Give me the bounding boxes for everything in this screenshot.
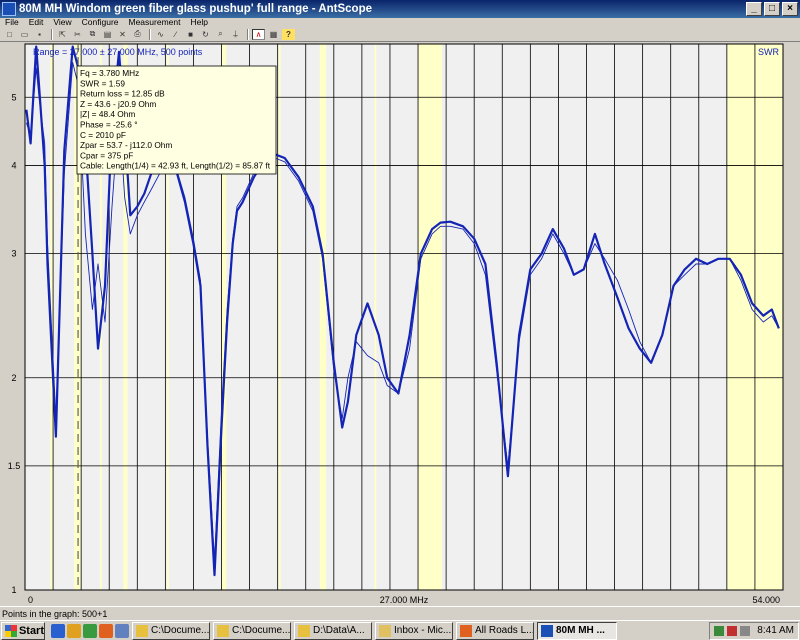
x-tick-label: 27.000 MHz <box>380 595 429 605</box>
folder-icon <box>217 624 229 637</box>
scan-icon[interactable]: ∿ <box>154 29 167 40</box>
taskbar: Start C:\Docume... C:\Docume... D:\Data\A.… <box>0 620 800 640</box>
desktop-icon[interactable] <box>115 623 129 638</box>
firefox-icon <box>460 624 472 637</box>
menu-view[interactable]: View <box>48 18 76 27</box>
zoom-icon[interactable]: ⌕ <box>214 29 227 40</box>
taskbar-task[interactable]: C:\Docume... <box>213 621 291 640</box>
antenna-icon[interactable]: ⍊ <box>229 29 242 40</box>
open-icon[interactable]: ▭ <box>18 29 31 40</box>
taskbar-task[interactable]: C:\Docume... <box>132 621 210 640</box>
taskbar-task[interactable]: Inbox - Mic... <box>375 621 453 640</box>
antscope-icon <box>541 624 553 637</box>
cut-icon[interactable]: ✂ <box>71 29 84 40</box>
maximize-button[interactable]: □ <box>764 2 780 16</box>
y-tick-label: 1.5 <box>8 461 21 471</box>
y-tick-label: 5 <box>11 92 16 102</box>
menu-bar: File Edit View Configure Measurement Hel… <box>0 18 800 27</box>
mail-icon <box>379 624 391 637</box>
table-icon[interactable]: ▦ <box>267 29 280 40</box>
tooltip-line: |Z| = 48.4 Ohm <box>80 109 135 119</box>
start-button[interactable]: Start <box>1 621 45 640</box>
y-tick-label: 2 <box>11 373 16 383</box>
tooltip-line: Zpar = 53.7 - j112.0 Ohm <box>80 140 172 150</box>
folder-icon <box>136 624 148 637</box>
title-bar[interactable]: 80M MH Windom green fiber glass pushup' … <box>0 0 800 18</box>
firefox-icon[interactable] <box>99 623 113 638</box>
antivirus-icon[interactable] <box>727 625 738 636</box>
y-tick-label: 3 <box>11 249 16 259</box>
new-icon[interactable]: □ <box>3 29 16 40</box>
tooltip-line: SWR = 1.59 <box>80 78 125 88</box>
help-icon[interactable]: ? <box>282 28 295 40</box>
folder-icon <box>298 624 310 637</box>
x-tick-label: 54.000 <box>752 595 780 605</box>
taskbar-task-label: D:\Data\A... <box>313 625 365 636</box>
menu-file[interactable]: File <box>0 18 24 27</box>
taskbar-task-label: All Roads L... <box>475 625 534 636</box>
stop-icon[interactable]: ■ <box>184 29 197 40</box>
save-icon[interactable]: ▪ <box>33 29 46 40</box>
window-title: 80M MH Windom green fiber glass pushup' … <box>19 3 372 15</box>
media-icon[interactable] <box>83 623 97 638</box>
taskbar-task-label: Inbox - Mic... <box>394 625 452 636</box>
tooltip-line: Phase = -25.6 ° <box>80 120 138 130</box>
toolbar-separator <box>149 28 151 40</box>
windows-flag-icon <box>5 624 17 637</box>
close-button[interactable]: × <box>782 2 798 16</box>
x-tick-label: 0 <box>28 595 33 605</box>
y-tick-label: 1 <box>11 585 16 595</box>
start-label: Start <box>18 624 44 637</box>
status-text: Points in the graph: 500+1 <box>2 608 108 619</box>
menu-configure[interactable]: Configure <box>77 18 124 27</box>
tooltip-line: Return loss = 12.85 dB <box>80 89 165 99</box>
tooltip-line: Fq = 3.780 MHz <box>80 68 139 78</box>
delete-icon[interactable]: ✕ <box>116 29 129 40</box>
clock: 8:41 AM <box>757 625 794 636</box>
print-icon[interactable]: ⎙ <box>131 29 144 40</box>
app-icon <box>2 2 16 16</box>
swr-plot[interactable]: 11.523450 27.000 MHz 54.000Range = 27.000 … <box>0 42 800 606</box>
minimize-button[interactable]: _ <box>746 2 762 16</box>
ham-band <box>418 44 442 590</box>
metric-label: SWR <box>758 47 779 57</box>
quick-launch <box>49 623 129 638</box>
taskbar-task[interactable]: All Roads L... <box>456 621 534 640</box>
import-icon[interactable]: ⇱ <box>56 29 69 40</box>
taskbar-task-label: 80M MH ... <box>556 625 605 636</box>
taskbar-task-label: C:\Docume... <box>232 625 291 636</box>
menu-help[interactable]: Help <box>185 18 212 27</box>
ham-band <box>374 44 377 590</box>
tooltip-line: Z = 43.6 - j20.9 Ohm <box>80 99 156 109</box>
task-list: C:\Docume... C:\Docume... D:\Data\A... Inbo… <box>129 621 617 640</box>
ie-icon[interactable] <box>51 623 65 638</box>
volume-icon[interactable] <box>740 625 751 636</box>
tooltip-line: C = 2010 pF <box>80 130 126 140</box>
network-icon[interactable] <box>714 625 725 636</box>
refresh-icon[interactable]: ↻ <box>199 29 212 40</box>
ham-band <box>278 44 281 590</box>
toolbar-separator <box>51 28 53 40</box>
tooltip-line: Cable: Length(1/4) = 42.93 ft, Length(1/… <box>80 161 271 171</box>
toolbar: □ ▭ ▪ ⇱ ✂ ⧉ ▤ ✕ ⎙ ∿ ∕ ■ ↻ ⌕ ⍊ ∧ ▦? <box>0 27 800 42</box>
graph-type-icon[interactable]: ∧ <box>252 28 265 40</box>
status-bar: Points in the graph: 500+1 <box>0 606 800 620</box>
y-tick-label: 4 <box>11 161 16 171</box>
toolbar-separator <box>247 28 249 40</box>
paste-icon[interactable]: ▤ <box>101 29 114 40</box>
taskbar-task[interactable]: D:\Data\A... <box>294 621 372 640</box>
plot-frame: 1 1.5 2 3 4 5 0 27.000 MHz 54.000 Range = 27.000 … <box>0 42 800 606</box>
menu-measurement[interactable]: Measurement <box>124 18 186 27</box>
taskbar-task[interactable]: 80M MH ... <box>537 621 617 640</box>
system-tray: 8:41 AM <box>709 621 799 640</box>
tooltip-line: Cpar = 375 pF <box>80 150 133 160</box>
taskbar-task-label: C:\Docume... <box>151 625 210 636</box>
single-scan-icon[interactable]: ∕ <box>169 29 182 40</box>
menu-edit[interactable]: Edit <box>24 18 49 27</box>
outlook-icon[interactable] <box>67 623 81 638</box>
ham-band <box>319 44 327 590</box>
copy-icon[interactable]: ⧉ <box>86 29 99 40</box>
